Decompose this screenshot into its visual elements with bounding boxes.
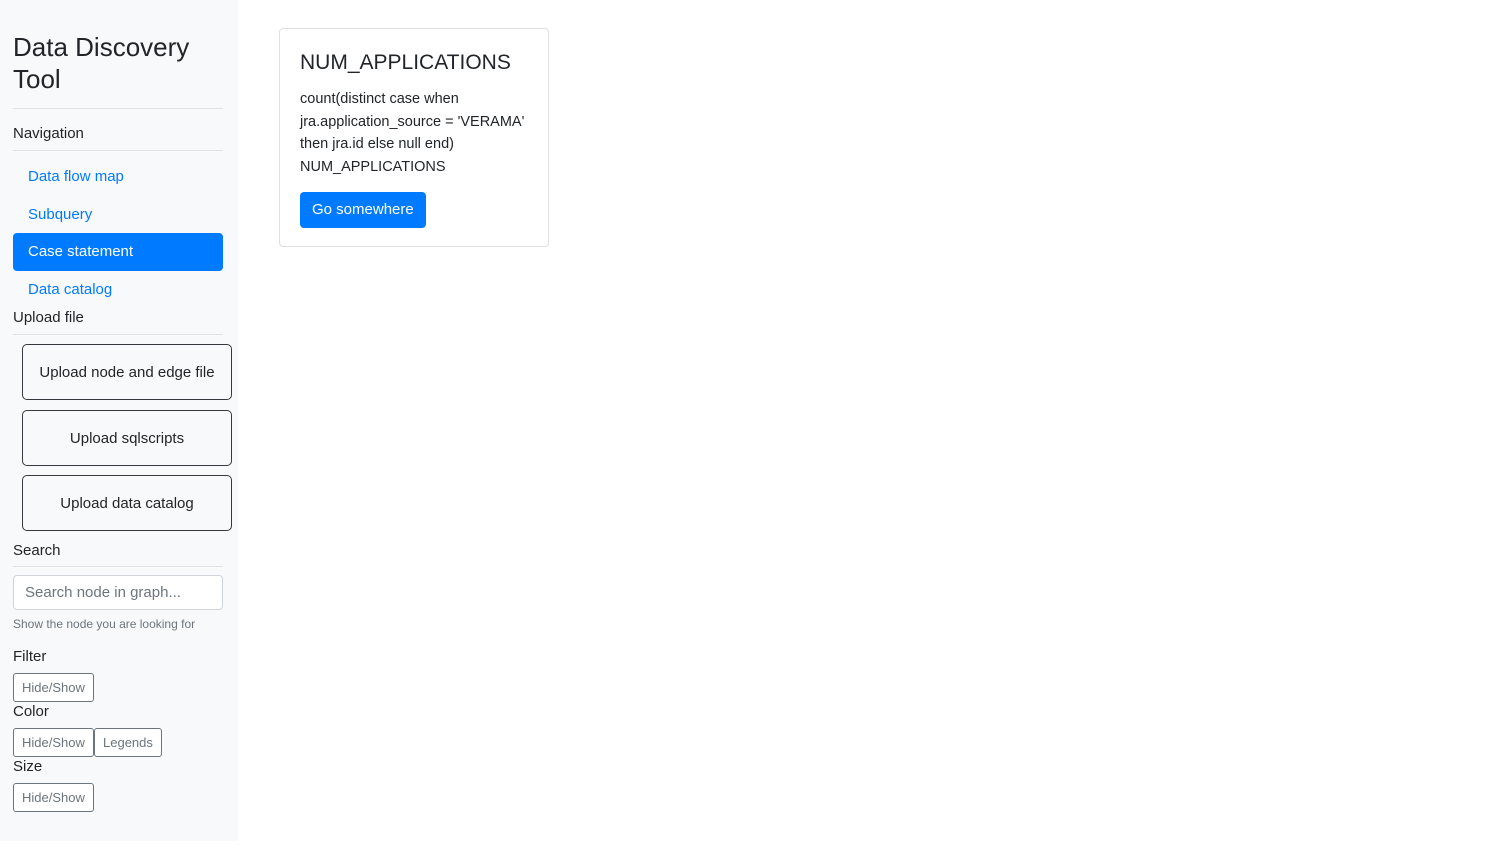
divider: [13, 566, 223, 567]
sidebar: Data Discovery Tool Navigation Data flow…: [0, 0, 238, 841]
nav-item-data-flow-map[interactable]: Data flow map: [13, 158, 223, 196]
color-toggle-button[interactable]: Hide/Show: [13, 728, 94, 757]
upload-sqlscripts-dropzone[interactable]: Upload sqlscripts: [22, 410, 232, 466]
search-heading: Search: [13, 542, 61, 559]
upload-heading: Upload file: [13, 309, 84, 326]
column-card: NUM_APPLICATIONS count(distinct case whe…: [279, 28, 549, 247]
color-legends-button[interactable]: Legends: [94, 728, 162, 757]
nav-item-subquery[interactable]: Subquery: [13, 196, 223, 234]
filter-heading: Filter: [13, 648, 47, 665]
upload-node-edge-file-dropzone[interactable]: Upload node and edge file: [22, 344, 232, 400]
divider: [13, 334, 223, 335]
search-help-text: Show the node you are looking for: [13, 617, 196, 631]
divider: [13, 150, 223, 151]
size-heading: Size: [13, 758, 43, 775]
search-input[interactable]: [13, 575, 223, 610]
card-title: NUM_APPLICATIONS: [300, 51, 511, 74]
nav-item-case-statement[interactable]: Case statement: [13, 233, 223, 271]
color-heading: Color: [13, 703, 49, 720]
card-text: count(distinct case when jra.application…: [300, 91, 525, 175]
divider: [13, 108, 223, 109]
nav-item-data-catalog[interactable]: Data catalog: [13, 271, 223, 309]
navigation-heading: Navigation: [13, 125, 84, 142]
size-toggle-button[interactable]: Hide/Show: [13, 783, 94, 812]
app-title: Data Discovery Tool: [13, 32, 190, 94]
go-somewhere-button[interactable]: Go somewhere: [300, 192, 426, 228]
upload-data-catalog-dropzone[interactable]: Upload data catalog: [22, 475, 232, 531]
filter-toggle-button[interactable]: Hide/Show: [13, 673, 94, 702]
